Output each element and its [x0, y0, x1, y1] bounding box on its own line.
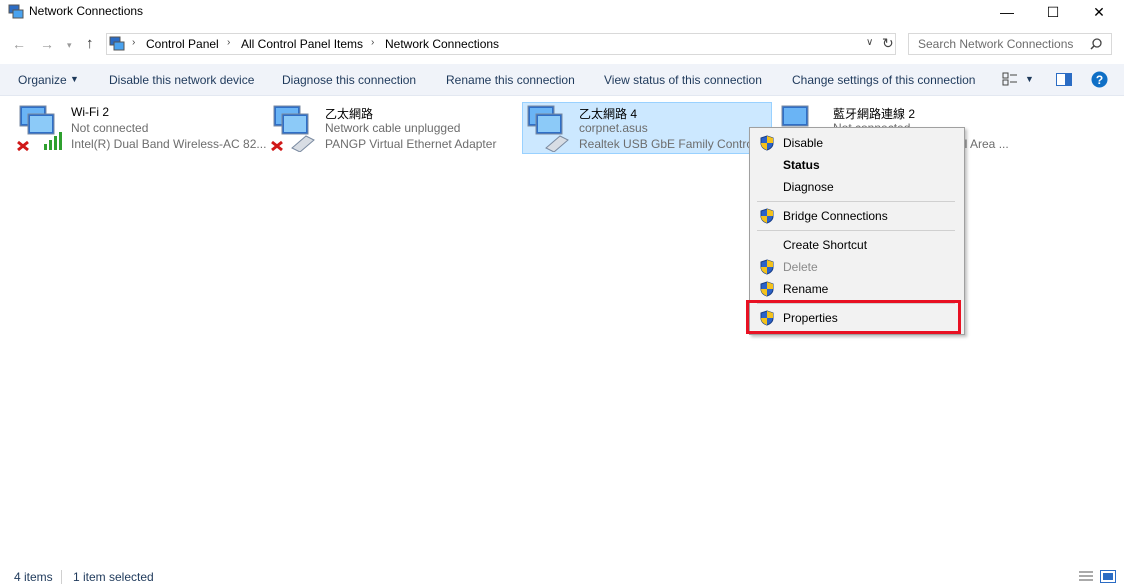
change-settings-button[interactable]: Change settings of this connection	[792, 73, 975, 87]
forward-arrow-icon[interactable]: →	[40, 36, 54, 52]
menu-item-diagnose[interactable]: Diagnose	[783, 180, 834, 194]
connection-adapter: PANGP Virtual Ethernet Adapter	[325, 137, 497, 151]
ethernet-adapter-icon	[527, 105, 569, 152]
connection-status: Not connected	[71, 121, 149, 135]
uac-shield-icon	[760, 281, 774, 297]
breadcrumb-separator-icon: ›	[371, 37, 375, 48]
minimize-button[interactable]: —	[984, 0, 1030, 24]
breadcrumb-separator-icon: ›	[227, 37, 231, 48]
organize-dropdown-icon[interactable]: ▼	[70, 74, 79, 84]
search-icon[interactable]	[1090, 38, 1102, 50]
menu-item-create-shortcut[interactable]: Create Shortcut	[783, 238, 867, 252]
network-connections-icon	[8, 4, 24, 19]
uac-shield-icon	[760, 135, 774, 151]
uac-shield-icon	[760, 208, 774, 224]
rename-connection-button[interactable]: Rename this connection	[446, 73, 575, 87]
view-options-icon[interactable]	[1002, 72, 1018, 86]
status-item-count: 4 items	[14, 570, 53, 584]
menu-separator	[757, 230, 955, 231]
wifi-adapter-icon	[17, 105, 62, 152]
refresh-icon[interactable]: ↻	[882, 35, 894, 52]
properties-highlight-box	[746, 300, 961, 334]
window-title: Network Connections	[29, 4, 144, 18]
ethernet-adapter-icon	[271, 105, 315, 152]
control-panel-icon	[109, 36, 125, 51]
connection-name[interactable]: 乙太網路 4	[579, 105, 637, 122]
back-arrow-icon[interactable]: ←	[12, 36, 26, 52]
details-view-icon[interactable]	[1078, 570, 1094, 583]
connection-status: Network cable unplugged	[325, 121, 461, 135]
connection-name[interactable]: 藍牙網路連線 2	[833, 105, 915, 122]
breadcrumb-separator-icon: ›	[132, 37, 136, 48]
help-icon[interactable]: ?	[1091, 71, 1108, 88]
address-dropdown-chevron-icon[interactable]: ∨	[866, 37, 873, 48]
preview-pane-icon[interactable]	[1056, 73, 1072, 86]
maximize-button[interactable]: ☐	[1030, 0, 1076, 24]
connection-adapter: al Area ...	[958, 137, 1009, 151]
view-status-button[interactable]: View status of this connection	[604, 73, 762, 87]
up-arrow-icon[interactable]: ↑	[86, 35, 94, 52]
view-dropdown-icon[interactable]: ▼	[1025, 74, 1034, 84]
uac-shield-icon	[760, 259, 774, 275]
menu-item-disable[interactable]: Disable	[783, 136, 823, 150]
address-bar[interactable]	[106, 33, 896, 55]
connection-adapter: Realtek USB GbE Family Controll	[579, 137, 759, 151]
menu-separator	[757, 201, 955, 202]
connection-name[interactable]: 乙太網路	[325, 105, 373, 122]
menu-item-status[interactable]: Status	[783, 158, 820, 172]
disable-device-button[interactable]: Disable this network device	[109, 73, 254, 87]
bluetooth-network-icon	[781, 105, 809, 127]
large-icons-view-icon[interactable]	[1100, 570, 1116, 583]
breadcrumb-network-connections[interactable]: Network Connections	[385, 37, 499, 51]
recent-locations-chevron-icon[interactable]: ▾	[67, 40, 72, 51]
connection-name[interactable]: Wi-Fi 2	[71, 105, 109, 119]
svg-text:?: ?	[1096, 73, 1103, 87]
status-divider	[61, 570, 62, 584]
title-bar	[0, 0, 1124, 24]
breadcrumb-control-panel[interactable]: Control Panel	[146, 37, 219, 51]
breadcrumb-all-items[interactable]: All Control Panel Items	[241, 37, 363, 51]
menu-item-delete: Delete	[783, 260, 818, 274]
close-button[interactable]: ✕	[1076, 0, 1122, 24]
diagnose-connection-button[interactable]: Diagnose this connection	[282, 73, 416, 87]
connection-status: corpnet.asus	[579, 121, 648, 135]
status-selected-count: 1 item selected	[73, 570, 154, 584]
organize-menu[interactable]: Organize	[18, 73, 67, 87]
menu-item-rename[interactable]: Rename	[783, 282, 828, 296]
connection-adapter: Intel(R) Dual Band Wireless-AC 82...	[71, 137, 267, 151]
search-input[interactable]: Search Network Connections	[918, 37, 1073, 51]
menu-item-bridge-connections[interactable]: Bridge Connections	[783, 209, 888, 223]
